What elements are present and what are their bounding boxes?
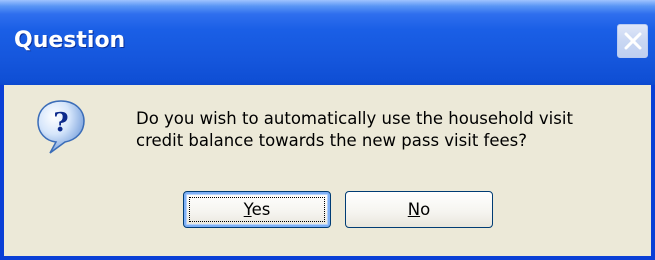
dialog-window: Question ? Do you wish to automatically … xyxy=(0,0,655,260)
title-bar[interactable]: Question xyxy=(0,0,655,85)
close-button[interactable] xyxy=(617,24,648,58)
svg-text:?: ? xyxy=(53,108,68,138)
question-icon: ? xyxy=(36,99,86,155)
yes-button[interactable]: Yes xyxy=(183,191,331,228)
no-button[interactable]: No xyxy=(345,191,493,228)
message-line-1: Do you wish to automatically use the hou… xyxy=(136,109,573,128)
dialog-body: ? Do you wish to automatically use the h… xyxy=(4,85,651,256)
no-mnemonic: N xyxy=(407,200,421,219)
no-label-rest: o xyxy=(420,200,431,219)
message-line-2: credit balance towards the new pass visi… xyxy=(136,131,528,150)
close-icon xyxy=(624,32,642,50)
dialog-message: Do you wish to automatically use the hou… xyxy=(136,108,573,152)
focus-rectangle xyxy=(189,197,325,222)
window-title: Question xyxy=(14,28,126,53)
